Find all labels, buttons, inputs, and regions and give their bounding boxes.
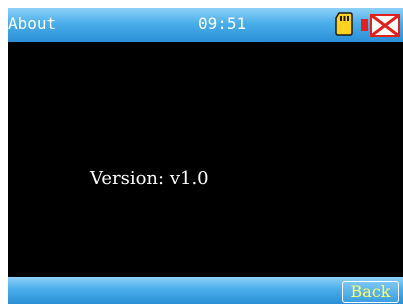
bottom-bar: Back bbox=[8, 277, 403, 304]
network-disconnected-icon bbox=[361, 13, 400, 38]
version-label: Version: bbox=[90, 168, 165, 189]
about-content: Version: v1.0 bbox=[8, 42, 403, 277]
status-bar: About 09:51 bbox=[8, 8, 403, 42]
version-info: Version: v1.0 bbox=[90, 168, 209, 190]
screen: About 09:51 Version: v1.0 Back bbox=[0, 0, 403, 304]
version-value: v1.0 bbox=[169, 168, 209, 189]
device-display: About 09:51 Version: v1.0 Back bbox=[8, 8, 403, 304]
back-button[interactable]: Back bbox=[342, 281, 399, 303]
sd-card-icon bbox=[335, 12, 353, 36]
page-title: About bbox=[8, 14, 57, 33]
clock: 09:51 bbox=[198, 14, 247, 33]
